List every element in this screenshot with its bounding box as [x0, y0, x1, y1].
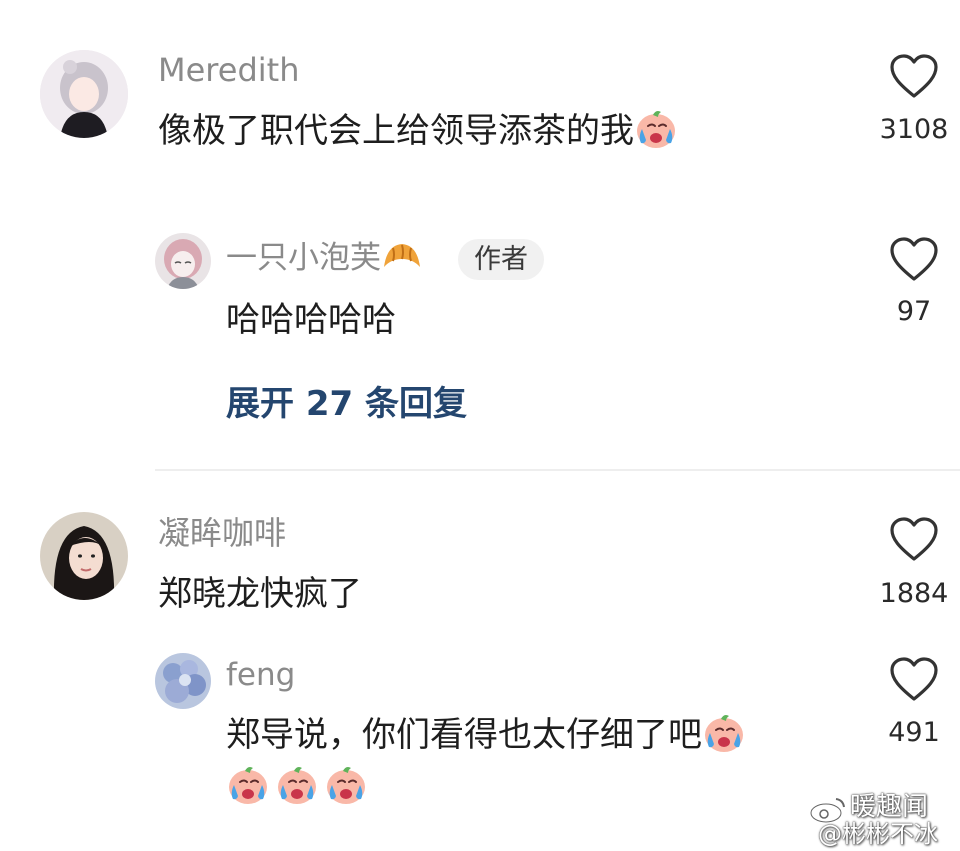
watermark-handle: @彬彬不冰	[818, 820, 938, 848]
comment-text: 郑晓龙快疯了	[158, 574, 362, 614]
avatar[interactable]	[40, 512, 128, 600]
heart-outline-icon[interactable]	[889, 516, 939, 562]
heart-outline-icon[interactable]	[889, 53, 939, 99]
reply-username[interactable]: 一只小泡芙	[226, 243, 423, 275]
avatar[interactable]	[155, 653, 211, 709]
reply-text-content: 郑导说，你们看得也太仔细了吧	[226, 715, 702, 755]
like-count: 491	[888, 717, 940, 748]
divider	[155, 469, 960, 471]
comment-text: 像极了职代会上给领导添茶的我	[158, 114, 678, 150]
reply-username[interactable]: feng	[226, 660, 295, 691]
crying-face-icon	[275, 764, 319, 806]
heart-outline-icon[interactable]	[889, 656, 939, 702]
like-count: 97	[896, 296, 932, 327]
heart-outline-icon[interactable]	[889, 236, 939, 282]
avatar[interactable]	[155, 233, 211, 289]
avatar[interactable]	[40, 50, 128, 138]
expand-replies-link[interactable]: 展开 27 条回复	[226, 387, 467, 421]
croissant-icon	[384, 243, 420, 267]
emoji-row	[226, 764, 368, 806]
comment-text-content: 像极了职代会上给领导添茶的我	[158, 111, 634, 151]
crying-face-icon	[324, 764, 368, 806]
crying-face-icon	[634, 108, 678, 150]
author-badge: 作者	[458, 239, 544, 280]
comment-username[interactable]: Meredith	[158, 54, 299, 86]
crying-face-icon	[226, 764, 270, 806]
reply-username-text: 一只小泡芙	[226, 240, 381, 276]
watermark-title: 暖趣闻	[850, 792, 929, 822]
reply-text: 郑导说，你们看得也太仔细了吧	[226, 718, 746, 754]
crying-face-icon	[702, 712, 746, 754]
reply-text: 哈哈哈哈哈	[226, 300, 396, 340]
like-count: 1884	[879, 578, 949, 609]
like-count: 3108	[879, 114, 949, 145]
comment-username[interactable]: 凝眸咖啡	[158, 517, 286, 549]
